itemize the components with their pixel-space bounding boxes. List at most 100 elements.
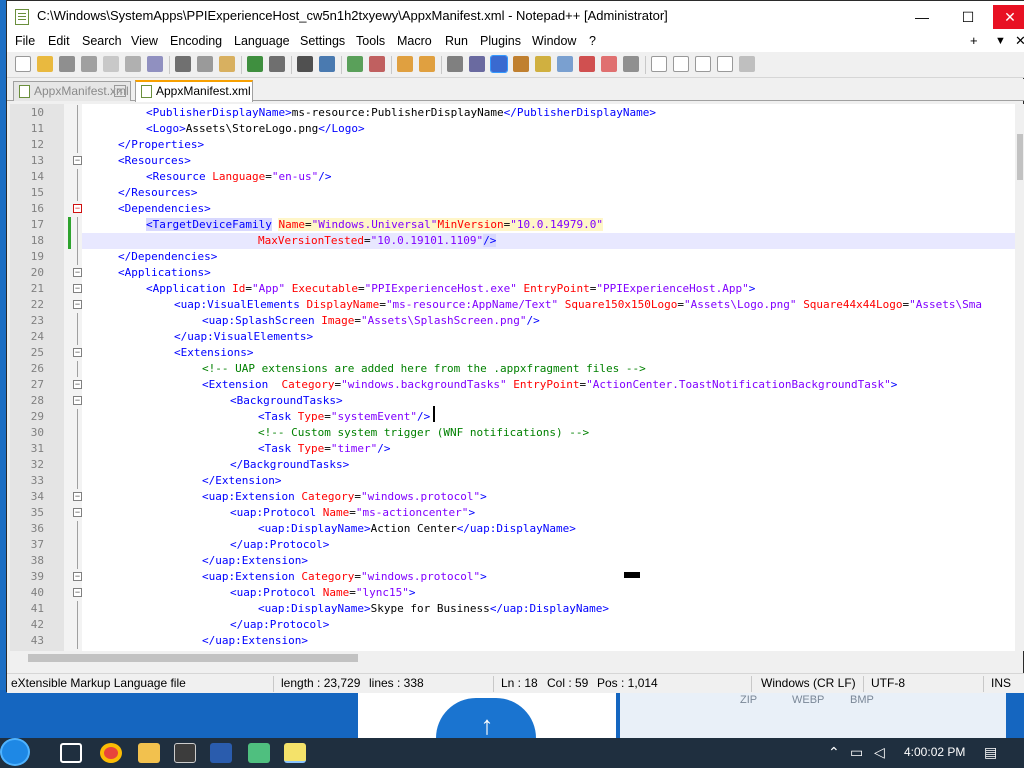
replace-icon[interactable]	[319, 56, 335, 72]
7zip-icon[interactable]	[174, 743, 196, 763]
title-bar[interactable]: C:\Windows\SystemApps\PPIExperienceHost_…	[7, 1, 1024, 32]
save-icon[interactable]	[59, 56, 75, 72]
close-file-icon[interactable]	[103, 56, 119, 72]
code-line[interactable]: </BackgroundTasks>	[230, 457, 1023, 473]
view-icon[interactable]	[623, 56, 639, 72]
code-editor[interactable]: 10 <PublisherDisplayName>ms-resource:Publ…	[10, 104, 1023, 651]
menu-macro[interactable]: Macro	[397, 34, 432, 48]
code-line[interactable]: </Extension>	[202, 473, 1023, 489]
menu-language[interactable]: Language	[234, 34, 290, 48]
redo-icon[interactable]	[269, 56, 285, 72]
horizontal-scroll-thumb[interactable]	[28, 654, 358, 662]
zoom-in-icon[interactable]	[347, 56, 363, 72]
menu-plugins[interactable]: Plugins	[480, 34, 521, 48]
code-line[interactable]: <Task Type="systemEvent"/>	[258, 409, 1023, 425]
code-line[interactable]: </Dependencies>	[118, 249, 1023, 265]
sync-horizontal-icon[interactable]	[419, 56, 435, 72]
macro-run-multiple-icon[interactable]	[717, 56, 733, 72]
macro-save-icon[interactable]	[739, 56, 755, 72]
code-line[interactable]: </uap:Extension>	[202, 633, 1023, 649]
code-line[interactable]: <uap:Extension Category="windows.protoco…	[202, 569, 1023, 585]
menu-tools[interactable]: Tools	[356, 34, 385, 48]
code-line[interactable]: <TargetDeviceFamily Name="Windows.Univer…	[146, 217, 1023, 233]
app-icon[interactable]	[248, 743, 270, 763]
tab-close-icon[interactable]: ✕	[114, 85, 126, 97]
close-document-icon[interactable]: ✕	[1015, 33, 1024, 49]
fold-toggle-icon[interactable]: −	[73, 300, 82, 309]
find-icon[interactable]	[297, 56, 313, 72]
chrome-icon[interactable]	[100, 743, 122, 763]
new-tab-plus-icon[interactable]: +	[970, 33, 978, 48]
tab-appxmanifest-inactive[interactable]: AppxManifest.xml ✕	[13, 81, 131, 101]
fold-toggle-icon[interactable]: −	[73, 508, 82, 517]
menu-search[interactable]: Search	[82, 34, 122, 48]
fold-toggle-icon[interactable]: −	[73, 204, 82, 213]
fold-toggle-icon[interactable]: −	[73, 572, 82, 581]
fold-toggle-icon[interactable]: −	[73, 588, 82, 597]
folder-as-workspace-icon[interactable]	[579, 56, 595, 72]
task-view-icon[interactable]	[60, 743, 82, 763]
fold-toggle-icon[interactable]: −	[73, 348, 82, 357]
word-wrap-icon[interactable]	[447, 56, 463, 72]
notepadpp-taskbar-icon[interactable]	[284, 743, 306, 763]
monitoring-icon[interactable]	[601, 56, 617, 72]
print-icon[interactable]	[147, 56, 163, 72]
maximize-button[interactable]: ☐	[951, 5, 985, 29]
show-all-characters-icon[interactable]	[469, 56, 485, 72]
menu-file[interactable]: File	[15, 34, 35, 48]
network-icon[interactable]: ▭	[850, 744, 863, 761]
code-line[interactable]: </uap:Protocol>	[230, 617, 1023, 633]
fold-toggle-icon[interactable]: −	[73, 156, 82, 165]
start-button[interactable]	[0, 738, 30, 766]
menu-help[interactable]: ?	[589, 34, 596, 48]
vertical-scrollbar[interactable]	[1015, 104, 1024, 651]
minimize-button[interactable]: —	[905, 5, 939, 29]
fold-toggle-icon[interactable]: −	[73, 396, 82, 405]
fold-toggle-icon[interactable]: −	[73, 284, 82, 293]
close-all-icon[interactable]	[125, 56, 141, 72]
code-line[interactable]: <!-- Custom system trigger (WNF notifica…	[258, 425, 1023, 441]
vertical-scroll-thumb[interactable]	[1017, 134, 1023, 180]
udl-icon[interactable]	[513, 56, 529, 72]
code-line[interactable]: <Extensions>	[174, 345, 1023, 361]
copy-icon[interactable]	[197, 56, 213, 72]
code-line[interactable]: <Dependencies>	[118, 201, 1023, 217]
code-line[interactable]: <Application Id="App" Executable="PPIExp…	[146, 281, 1023, 297]
file-explorer-icon[interactable]	[138, 743, 160, 763]
code-line[interactable]: <uap:Protocol Name="lync15">	[230, 585, 1023, 601]
code-line[interactable]: <Resource Language="en-us"/>	[146, 169, 1023, 185]
fold-toggle-icon[interactable]: −	[73, 492, 82, 501]
sync-vertical-icon[interactable]	[397, 56, 413, 72]
close-button[interactable]: ✕	[993, 5, 1024, 29]
code-line[interactable]: MaxVersionTested="10.0.19101.1109"/>	[258, 233, 1023, 249]
volume-icon[interactable]: ◁	[874, 744, 885, 761]
horizontal-scrollbar[interactable]	[10, 651, 1023, 665]
macro-play-icon[interactable]	[695, 56, 711, 72]
code-line[interactable]: <uap:DisplayName>Skype for Business</uap…	[258, 601, 1023, 617]
code-line[interactable]: </uap:VisualElements>	[174, 329, 1023, 345]
fold-toggle-icon[interactable]: −	[73, 268, 82, 277]
code-line[interactable]: <Extension Category="windows.backgroundT…	[202, 377, 1023, 393]
taskbar-clock[interactable]: 4:00:02 PM	[904, 745, 965, 759]
code-line[interactable]: <uap:Protocol Name="ms-actioncenter">	[230, 505, 1023, 521]
save-all-icon[interactable]	[81, 56, 97, 72]
code-line[interactable]: <Task Type="timer"/>	[258, 441, 1023, 457]
powershell-icon[interactable]	[210, 743, 232, 763]
document-map-icon[interactable]	[535, 56, 551, 72]
macro-record-icon[interactable]	[651, 56, 667, 72]
show-hidden-icons-icon[interactable]: ⌃	[828, 744, 840, 761]
macro-stop-icon[interactable]	[673, 56, 689, 72]
code-line[interactable]: </uap:Extension>	[202, 553, 1023, 569]
code-line[interactable]: <Applications>	[118, 265, 1023, 281]
code-line[interactable]: <!-- UAP extensions are added here from …	[202, 361, 1023, 377]
menu-view[interactable]: View	[131, 34, 158, 48]
open-file-icon[interactable]	[37, 56, 53, 72]
new-file-icon[interactable]	[15, 56, 31, 72]
function-list-icon[interactable]	[557, 56, 573, 72]
menu-edit[interactable]: Edit	[48, 34, 70, 48]
code-line[interactable]: <uap:Extension Category="windows.protoco…	[202, 489, 1023, 505]
tab-list-dropdown-icon[interactable]: ▼	[995, 35, 1006, 47]
tab-appxmanifest-active[interactable]: AppxManifest.xml	[135, 80, 253, 102]
cut-icon[interactable]	[175, 56, 191, 72]
action-center-icon[interactable]: ▤	[984, 744, 997, 761]
